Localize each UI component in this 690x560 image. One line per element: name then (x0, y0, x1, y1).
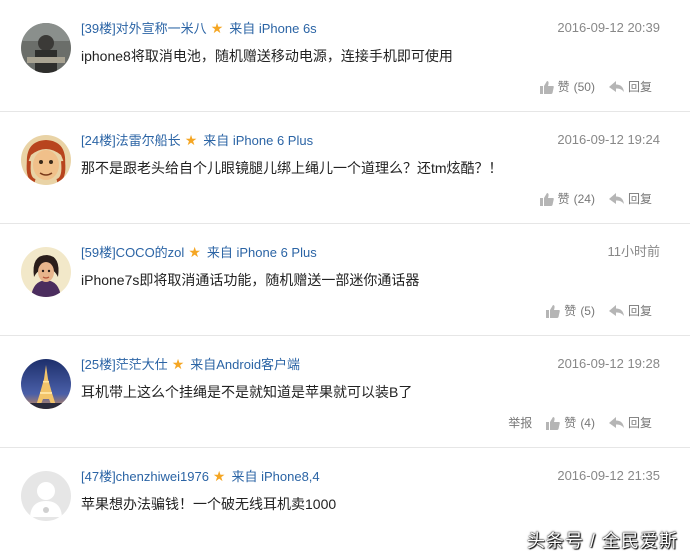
reply-label: 回复 (627, 416, 652, 430)
like-button[interactable]: 赞 (4) (546, 414, 595, 432)
star-icon: ★ (188, 244, 201, 260)
thumbs-up-icon (546, 304, 561, 318)
comment-meta: [39楼]对外宣称一米八 ★ 来自 iPhone 6s (81, 19, 317, 38)
comment-item: [39楼]对外宣称一米八 ★ 来自 iPhone 6s 2016-09-12 20:… (0, 0, 690, 112)
like-label: 赞 (564, 416, 577, 430)
reply-arrow-icon (608, 417, 624, 428)
like-button[interactable]: 赞 (24) (539, 190, 595, 208)
comment-meta: [59楼]COCO的zol ★ 来自 iPhone 6 Plus (81, 243, 317, 262)
username-link[interactable]: [59楼]COCO的zol (81, 245, 184, 260)
like-count: (4) (580, 416, 595, 430)
reply-label: 回复 (627, 80, 652, 94)
watermark: 头条号 / 全民爱斯 (526, 531, 678, 551)
reply-label: 回复 (627, 304, 652, 318)
default-avatar-icon (21, 471, 71, 521)
timestamp: 2016-09-12 20:39 (557, 20, 660, 35)
avatar[interactable] (21, 359, 71, 409)
avatar[interactable] (21, 23, 71, 73)
comment-actions: 举报 赞 (4) 回复 (508, 414, 652, 432)
comment-actions: 赞 (24) 回复 (539, 190, 652, 208)
star-icon: ★ (184, 132, 198, 148)
thumbs-up-icon (539, 192, 554, 206)
avatar[interactable] (21, 471, 71, 521)
like-button[interactable]: 赞 (50) (539, 78, 595, 96)
username-link[interactable]: [47楼]chenzhiwei1976 (81, 469, 209, 484)
comment-text: 耳机带上这么个挂绳是不是就知道是苹果就可以装B了 (81, 384, 413, 400)
device-source: 来自 iPhone 6s (229, 21, 317, 36)
star-icon: ★ (212, 468, 226, 484)
comment-item: [59楼]COCO的zol ★ 来自 iPhone 6 Plus 11小时前 iPh… (0, 224, 690, 336)
comment-item: [25楼]茫茫大仕 ★ 来自Android客户端 2016-09-12 19:28 … (0, 336, 690, 448)
comment-actions: 赞 (50) 回复 (539, 78, 652, 96)
report-button[interactable]: 举报 (508, 414, 532, 432)
star-icon: ★ (171, 356, 185, 372)
thumbs-up-icon (539, 80, 554, 94)
like-count: (5) (580, 304, 595, 318)
username-link[interactable]: [24楼]法雷尔船长 (81, 133, 181, 148)
like-label: 赞 (557, 192, 570, 206)
reply-label: 回复 (627, 192, 652, 206)
reply-arrow-icon (608, 193, 624, 204)
reply-button[interactable]: 回复 (608, 302, 652, 320)
thumbs-up-icon (546, 416, 561, 430)
comment-meta: [47楼]chenzhiwei1976 ★ 来自 iPhone8,4 (81, 467, 320, 486)
comment-text: 那不是跟老头给自个儿眼镜腿儿绑上绳儿一个道理么？还tm炫酷？！ (81, 160, 503, 176)
reply-arrow-icon (608, 305, 624, 316)
username-link[interactable]: [39楼]对外宣称一米八 (81, 21, 207, 36)
comment-item: [24楼]法雷尔船长 ★ 来自 iPhone 6 Plus 2016-09-12 1… (0, 112, 690, 224)
like-label: 赞 (557, 80, 570, 94)
comment-meta: [25楼]茫茫大仕 ★ 来自Android客户端 (81, 355, 300, 374)
avatar[interactable] (21, 247, 71, 297)
device-source: 来自Android客户端 (190, 357, 301, 372)
report-label: 举报 (508, 416, 533, 430)
reply-button[interactable]: 回复 (608, 190, 652, 208)
reply-button[interactable]: 回复 (608, 78, 652, 96)
timestamp: 2016-09-12 19:28 (557, 356, 660, 371)
comment-text: 苹果想办法骗钱！一个破无线耳机卖1000 (81, 496, 337, 512)
comment-actions: 赞 (5) 回复 (546, 302, 652, 320)
reply-button[interactable]: 回复 (608, 414, 652, 432)
like-count: (24) (573, 192, 595, 206)
comment-text: iphone8将取消电池，随机赠送移动电源，连接手机即可使用 (81, 48, 453, 64)
like-label: 赞 (564, 304, 577, 318)
device-source: 来自 iPhone 6 Plus (203, 133, 314, 148)
comment-meta: [24楼]法雷尔船长 ★ 来自 iPhone 6 Plus (81, 131, 313, 150)
timestamp: 11小时前 (607, 244, 661, 259)
like-count: (50) (573, 80, 595, 94)
comment-text: iPhone7s即将取消通话功能，随机赠送一部迷你通话器 (81, 272, 420, 288)
timestamp: 2016-09-12 19:24 (557, 132, 660, 147)
username-link[interactable]: [25楼]茫茫大仕 (81, 357, 168, 372)
device-source: 来自 iPhone8,4 (231, 469, 320, 484)
timestamp: 2016-09-12 21:35 (557, 468, 660, 483)
avatar[interactable] (21, 135, 71, 185)
device-source: 来自 iPhone 6 Plus (206, 245, 317, 260)
star-icon: ★ (210, 20, 224, 36)
reply-arrow-icon (608, 81, 624, 92)
like-button[interactable]: 赞 (5) (546, 302, 595, 320)
